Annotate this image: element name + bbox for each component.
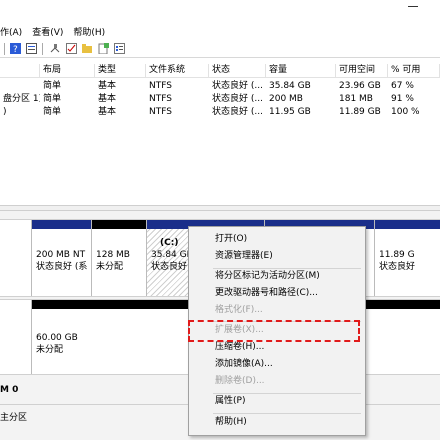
partition-size: 60.00 GB	[36, 333, 78, 343]
cell-type: 基本	[98, 81, 117, 91]
partition-size: 128 MB	[96, 250, 130, 260]
title-bar	[0, 0, 440, 22]
partition-data[interactable]: 11.89 G 状态良好	[374, 220, 440, 296]
cell-layout: 简单	[43, 81, 62, 91]
partition-type-bar	[32, 220, 91, 229]
partition-size: 11.89 G	[379, 250, 415, 260]
toolbar-separator	[42, 43, 43, 55]
cell-status: 状态良好 (...	[212, 94, 263, 104]
menu-item-delete-volume: 删除卷(D)...	[215, 376, 265, 386]
cell-type: 基本	[98, 107, 117, 117]
cell-layout: 简单	[43, 107, 62, 117]
cell-free-space: 11.89 GB	[339, 107, 381, 117]
partition-status: 状态良好	[151, 262, 188, 272]
column-header-layout[interactable]: 布局	[40, 64, 95, 78]
cell-volume	[0, 80, 40, 92]
partition-system-reserved[interactable]: 200 MB NT 状态良好 (系	[31, 220, 91, 296]
menu-item-open[interactable]: 打开(O)	[189, 231, 365, 248]
menu-item-mark-active[interactable]: 将分区标记为活动分区(M)	[189, 268, 365, 285]
menu-action[interactable]: 作(A)	[0, 25, 22, 38]
toolbar-separator	[4, 43, 5, 55]
column-header-type[interactable]: 类型	[95, 64, 146, 78]
column-header-volume[interactable]	[0, 64, 40, 78]
partition-drive-letter: (C:)	[160, 238, 179, 248]
cell-volume: )	[3, 107, 7, 117]
partition-size: 200 MB NT	[36, 250, 86, 260]
new-icon[interactable]	[98, 43, 109, 55]
cell-type: 基本	[98, 94, 117, 104]
cell-filesystem: NTFS	[149, 107, 172, 117]
table-row[interactable]: 简单 基本 NTFS 状态良好 (... 35.84 GB 23.96 GB 6…	[0, 80, 440, 92]
properties-icon[interactable]	[26, 43, 37, 54]
cell-capacity: 200 MB	[269, 94, 303, 104]
partition-unallocated-small[interactable]: 128 MB 未分配	[91, 220, 146, 296]
folder-icon[interactable]	[82, 43, 93, 54]
column-header-capacity[interactable]: 容量	[266, 64, 336, 78]
cell-volume: 盘分区 1)	[3, 94, 40, 104]
partition-status: 未分配	[36, 345, 64, 355]
menu-item-format: 格式化(F)...	[215, 305, 263, 315]
cell-status: 状态良好 (...	[212, 81, 263, 91]
connect-icon[interactable]	[50, 43, 61, 54]
partition-type-bar	[375, 220, 440, 229]
partition-status: 状态良好 (系	[36, 262, 88, 272]
svg-text:?: ?	[13, 45, 18, 54]
menu-view[interactable]: 查看(V)	[32, 25, 63, 38]
menu-bar: 作(A) 查看(V) 帮助(H)	[0, 22, 440, 40]
column-header-filesystem[interactable]: 文件系统	[146, 64, 209, 78]
help-icon[interactable]: ?	[10, 43, 21, 55]
cell-capacity: 35.84 GB	[269, 81, 311, 91]
column-header-percent-free[interactable]: % 可用	[388, 64, 440, 78]
table-row[interactable]: ) 简单 基本 NTFS 状态良好 (... 11.95 GB 11.89 GB…	[0, 106, 440, 118]
cell-capacity: 11.95 GB	[269, 107, 311, 117]
legend-primary-partition: 主分区	[0, 413, 28, 423]
volume-table-header: 布局 类型 文件系统 状态 容量 可用空间 % 可用	[0, 64, 440, 78]
partition-size: 35.84 GE	[151, 250, 193, 260]
minimize-icon[interactable]	[408, 6, 418, 7]
cell-free-space: 181 MB	[339, 94, 373, 104]
cell-percent-free: 91 %	[391, 94, 414, 104]
menu-help[interactable]: 帮助(H)	[73, 25, 105, 38]
cell-percent-free: 67 %	[391, 81, 414, 91]
column-header-status[interactable]: 状态	[209, 64, 266, 78]
checklist-icon[interactable]	[66, 43, 77, 54]
menu-item-add-mirror[interactable]: 添加镜像(A)...	[189, 356, 365, 373]
menu-item-help[interactable]: 帮助(H)	[189, 414, 365, 431]
cell-layout: 简单	[43, 94, 62, 104]
toolbar: ?	[0, 40, 440, 58]
list-icon[interactable]	[114, 43, 125, 54]
partition-type-bar	[92, 220, 146, 229]
menu-item-change-drive-letter[interactable]: 更改驱动器号和路径(C)...	[189, 285, 365, 302]
cell-percent-free: 100 %	[391, 107, 420, 117]
column-header-free-space[interactable]: 可用空间	[336, 64, 388, 78]
extend-volume-highlight	[188, 320, 360, 342]
partition-status: 未分配	[96, 262, 124, 272]
cell-filesystem: NTFS	[149, 81, 172, 91]
table-row[interactable]: 盘分区 1) 简单 基本 NTFS 状态良好 (... 200 MB 181 M…	[0, 93, 440, 105]
partition-status: 状态良好	[379, 262, 416, 272]
cell-filesystem: NTFS	[149, 94, 172, 104]
menu-item-properties[interactable]: 属性(P)	[189, 393, 365, 410]
disk-label: M 0	[0, 385, 19, 395]
cell-status: 状态良好 (...	[212, 107, 263, 117]
cell-free-space: 23.96 GB	[339, 81, 381, 91]
menu-item-explorer[interactable]: 资源管理器(E)	[189, 248, 365, 265]
